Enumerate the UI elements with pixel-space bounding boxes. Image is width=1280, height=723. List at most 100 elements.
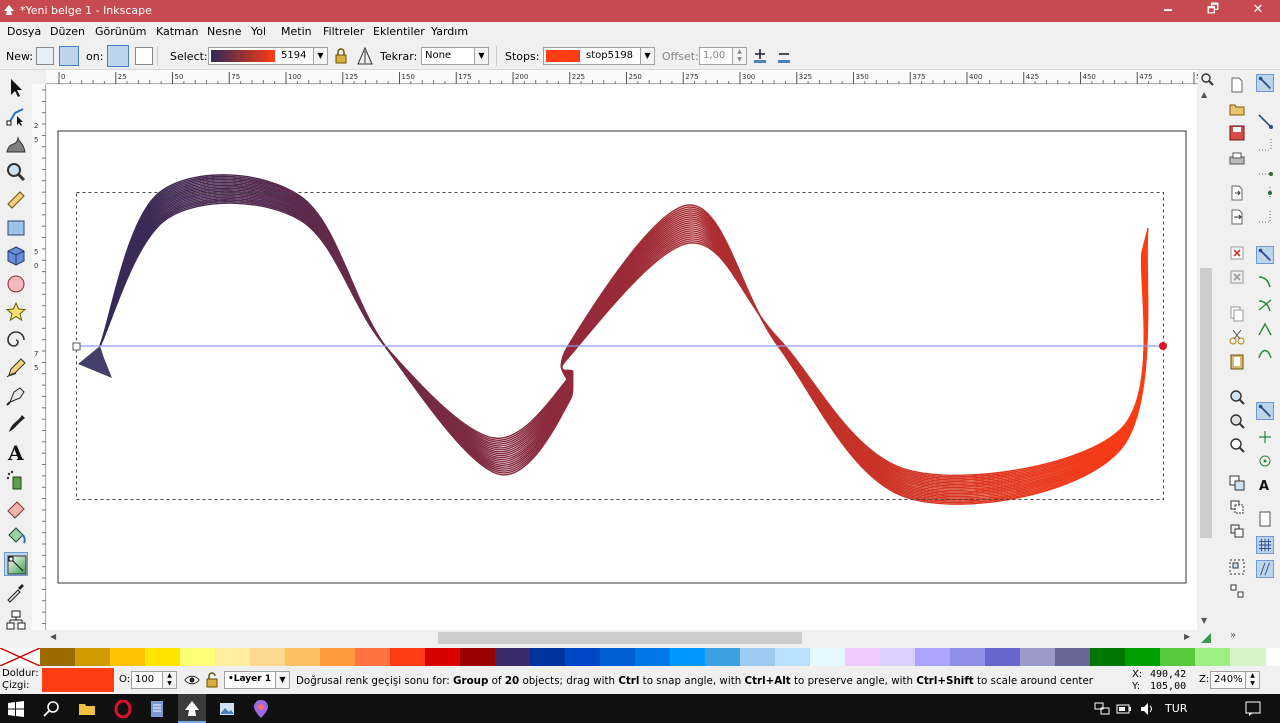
repeat-combo[interactable]: None ▼ bbox=[421, 47, 489, 65]
scroll-right-icon[interactable]: ▶ bbox=[1184, 632, 1190, 641]
snap-paths-icon[interactable] bbox=[1256, 272, 1274, 290]
undo-icon[interactable] bbox=[1228, 244, 1246, 262]
layer-lock-icon[interactable] bbox=[205, 672, 219, 688]
duplicate-icon[interactable] bbox=[1228, 474, 1246, 492]
palette-swatch[interactable] bbox=[950, 648, 986, 666]
ungroup-icon[interactable] bbox=[1228, 582, 1246, 600]
vertical-scrollbar[interactable]: ▲ ▼ bbox=[1198, 84, 1214, 630]
snap-guides-icon[interactable] bbox=[1256, 560, 1274, 578]
palette-swatch[interactable] bbox=[320, 648, 356, 666]
palette-swatch[interactable] bbox=[530, 648, 566, 666]
vertical-ruler[interactable]: 2 5 5 0 7 5 bbox=[32, 84, 46, 630]
scroll-up-icon[interactable]: ▲ bbox=[1201, 90, 1207, 99]
paint-bucket-tool[interactable] bbox=[4, 524, 28, 548]
star-tool[interactable] bbox=[4, 300, 28, 324]
maximize-button[interactable]: 🗗 bbox=[1193, 0, 1233, 22]
zoom-selection-icon[interactable] bbox=[1228, 388, 1246, 406]
windows-start-icon[interactable] bbox=[8, 701, 24, 717]
palette-swatch[interactable] bbox=[775, 648, 811, 666]
menu-layer[interactable]: Katman bbox=[156, 25, 199, 38]
palette-swatch[interactable] bbox=[145, 648, 181, 666]
calligraphy-tool[interactable] bbox=[4, 412, 28, 436]
ellipse-tool[interactable] bbox=[4, 272, 28, 296]
on-stroke-button[interactable] bbox=[135, 47, 153, 65]
battery-icon[interactable] bbox=[1116, 702, 1132, 716]
group-icon[interactable] bbox=[1228, 558, 1246, 576]
document-app-icon[interactable] bbox=[148, 700, 166, 718]
new-linear-gradient-button[interactable] bbox=[36, 47, 54, 65]
palette-swatch[interactable] bbox=[985, 648, 1021, 666]
gradient-select-combo[interactable]: 5194 ▼ bbox=[208, 47, 328, 65]
menu-view[interactable]: Görünüm bbox=[95, 25, 146, 38]
palette-swatch[interactable] bbox=[635, 648, 671, 666]
lock-icon[interactable] bbox=[334, 48, 348, 64]
unlink-clone-icon[interactable] bbox=[1228, 522, 1246, 540]
add-stop-icon[interactable] bbox=[752, 47, 768, 65]
text-tool[interactable]: A bbox=[4, 440, 28, 465]
snap-object-centers-icon[interactable] bbox=[1256, 452, 1274, 470]
layer-select-combo[interactable]: •Layer 1 ▼ bbox=[224, 671, 290, 689]
redo-icon[interactable] bbox=[1228, 268, 1246, 286]
menu-help[interactable]: Yardım bbox=[431, 25, 468, 38]
snap-bbox-midpoints-icon[interactable] bbox=[1256, 184, 1274, 202]
palette-swatch[interactable] bbox=[75, 648, 111, 666]
snap-bbox-corners-icon[interactable] bbox=[1256, 160, 1274, 178]
snap-text-baseline-icon[interactable]: A bbox=[1256, 476, 1274, 494]
fill-indicator[interactable] bbox=[42, 668, 114, 692]
palette-swatch[interactable] bbox=[1090, 648, 1126, 666]
gradient-start-handle[interactable] bbox=[72, 342, 81, 351]
palette-swatch[interactable] bbox=[1125, 648, 1161, 666]
palette-swatch[interactable] bbox=[670, 648, 706, 666]
palette-swatch[interactable] bbox=[915, 648, 951, 666]
save-icon[interactable] bbox=[1228, 124, 1246, 142]
connector-tool[interactable] bbox=[4, 608, 28, 632]
pen-tool[interactable] bbox=[4, 384, 28, 408]
zoom-corner-icon[interactable] bbox=[1200, 632, 1212, 644]
snap-grid-icon[interactable] bbox=[1256, 536, 1274, 554]
palette-swatch[interactable] bbox=[390, 648, 426, 666]
palette-swatch[interactable] bbox=[425, 648, 461, 666]
palette-swatch[interactable] bbox=[810, 648, 846, 666]
opera-browser-icon[interactable] bbox=[114, 700, 132, 718]
open-folder-icon[interactable] bbox=[1228, 100, 1246, 118]
search-icon[interactable] bbox=[43, 700, 61, 718]
palette-swatch[interactable] bbox=[845, 648, 881, 666]
vertical-scroll-thumb[interactable] bbox=[1200, 268, 1212, 538]
selector-tool[interactable] bbox=[4, 76, 28, 100]
horizontal-scrollbar[interactable]: ◀ ▶ bbox=[46, 630, 1198, 646]
palette-swatch[interactable] bbox=[215, 648, 251, 666]
menu-text[interactable]: Metin bbox=[281, 25, 312, 38]
menu-filters[interactable]: Filtreler bbox=[323, 25, 364, 38]
menu-edit[interactable]: Düzen bbox=[50, 25, 85, 38]
palette-swatch[interactable] bbox=[1055, 648, 1091, 666]
notifications-icon[interactable] bbox=[1244, 700, 1262, 718]
import-icon[interactable] bbox=[1228, 184, 1246, 202]
new-document-icon[interactable] bbox=[1228, 76, 1246, 94]
measure-tool[interactable] bbox=[4, 188, 28, 212]
palette-swatch[interactable] bbox=[1195, 648, 1231, 666]
delete-stop-icon[interactable] bbox=[776, 47, 792, 65]
3d-box-tool[interactable] bbox=[4, 244, 28, 268]
horizontal-scroll-thumb[interactable] bbox=[438, 632, 802, 644]
dropper-tool[interactable] bbox=[4, 580, 28, 604]
more-commands-icon[interactable]: » bbox=[1230, 630, 1236, 641]
palette-swatch[interactable] bbox=[355, 648, 391, 666]
reverse-gradient-icon[interactable] bbox=[357, 47, 373, 65]
horizontal-ruler[interactable]: 0 25 50 75 100 125 150 175 200 225 250 275 300 325 350… bbox=[46, 70, 1209, 84]
zoom-page-icon[interactable] bbox=[1228, 436, 1246, 454]
snap-intersections-icon[interactable] bbox=[1256, 296, 1274, 314]
palette-swatch[interactable] bbox=[1020, 648, 1056, 666]
eraser-tool[interactable] bbox=[4, 496, 28, 520]
tweak-tool[interactable] bbox=[4, 132, 28, 156]
palette-swatch[interactable] bbox=[705, 648, 741, 666]
spray-tool[interactable] bbox=[4, 468, 28, 492]
new-radial-gradient-button[interactable] bbox=[59, 46, 79, 66]
copy-icon[interactable] bbox=[1228, 304, 1246, 322]
scroll-down-icon[interactable]: ▼ bbox=[1201, 616, 1207, 625]
palette-swatch[interactable] bbox=[1230, 648, 1266, 666]
paste-icon[interactable] bbox=[1228, 352, 1246, 370]
zoom-lens-icon[interactable] bbox=[1200, 72, 1214, 86]
palette-swatch[interactable] bbox=[110, 648, 146, 666]
input-language[interactable]: TUR bbox=[1165, 702, 1187, 715]
gradient-end-handle[interactable] bbox=[1159, 342, 1167, 350]
